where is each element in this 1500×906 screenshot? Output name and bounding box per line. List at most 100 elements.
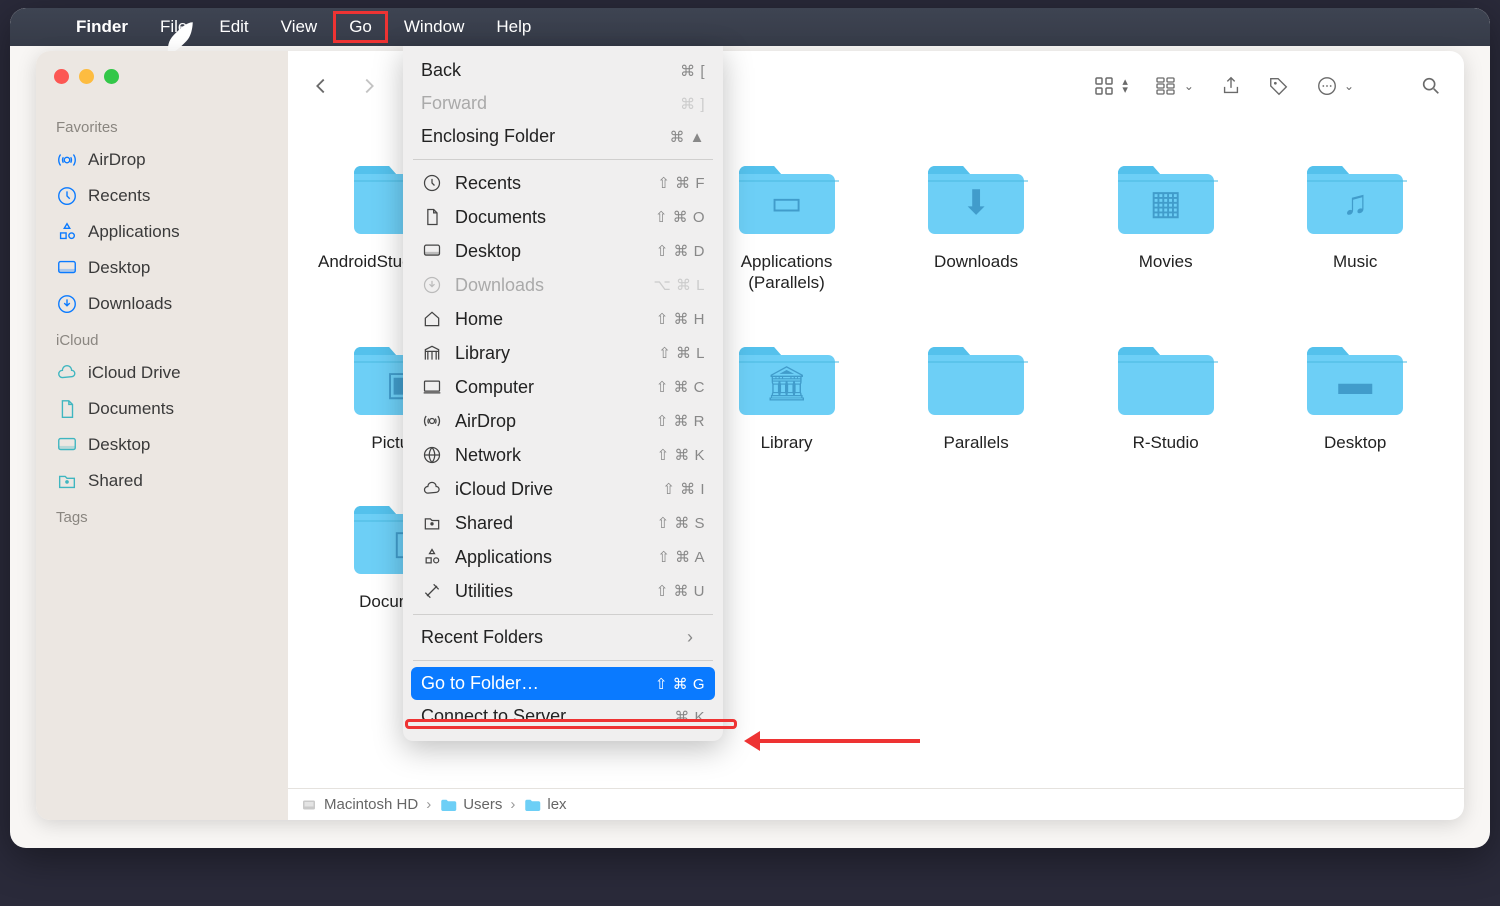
minimize-button[interactable] xyxy=(79,69,94,84)
back-button[interactable] xyxy=(310,75,332,97)
menu-item-label: Recents xyxy=(455,173,645,194)
sidebar-item-shared[interactable]: Shared xyxy=(46,463,278,499)
folder-label: R-Studio xyxy=(1133,432,1199,453)
menu-item-back[interactable]: Back⌘ [ xyxy=(403,54,723,87)
apple-icon[interactable] xyxy=(24,16,46,38)
sidebar-item-recents[interactable]: Recents xyxy=(46,178,278,214)
folder-label: Parallels xyxy=(944,432,1009,453)
menu-item-home[interactable]: Home⇧ ⌘ H xyxy=(403,302,723,336)
folder-item[interactable]: ⬇Downloads xyxy=(897,155,1055,294)
menu-edit[interactable]: Edit xyxy=(203,11,264,43)
menu-shortcut: ⇧ ⌘ F xyxy=(657,174,705,192)
menu-item-airdrop[interactable]: AirDrop ⇧ ⌘ R xyxy=(403,404,723,438)
menu-shortcut: ⇧ ⌘ H xyxy=(656,310,705,328)
folder-item[interactable]: R-Studio xyxy=(1087,336,1245,453)
folder-icon: ♫ xyxy=(1301,155,1409,241)
menu-app[interactable]: Finder xyxy=(60,11,144,43)
folder-icon xyxy=(922,336,1030,422)
shared-icon xyxy=(421,512,443,534)
menu-item-label: Network xyxy=(455,445,645,466)
shared-icon xyxy=(56,470,78,492)
menu-item-enclosing-folder[interactable]: Enclosing Folder⌘ ▲ xyxy=(403,120,723,153)
menu-item-connect-to-server[interactable]: Connect to Server…⌘ K xyxy=(403,700,723,733)
view-mode-button[interactable]: ▴▾ xyxy=(1092,74,1128,98)
menu-item-go-to-folder[interactable]: Go to Folder…⇧ ⌘ G xyxy=(411,667,715,700)
menu-item-downloads[interactable]: Downloads⌥ ⌘ L xyxy=(403,268,723,302)
sidebar-item-airdrop[interactable]: AirDrop xyxy=(46,142,278,178)
cloud-icon xyxy=(421,478,443,500)
menu-item-label: Enclosing Folder xyxy=(421,126,657,147)
sidebar-item-label: Downloads xyxy=(88,294,172,314)
group-by-button[interactable]: ⌄ xyxy=(1154,74,1194,98)
menu-shortcut: ⇧ ⌘ L xyxy=(658,344,705,362)
folder-icon: ▬ xyxy=(1301,336,1409,422)
menu-item-documents[interactable]: Documents⇧ ⌘ O xyxy=(403,200,723,234)
menu-item-applications[interactable]: Applications⇧ ⌘ A xyxy=(403,540,723,574)
folder-item[interactable]: ▦Movies xyxy=(1087,155,1245,294)
folder-icon xyxy=(1112,336,1220,422)
folder-item[interactable]: Parallels xyxy=(897,336,1055,453)
menu-item-recent-folders[interactable]: Recent Folders› xyxy=(403,621,723,654)
menu-shortcut: ⇧ ⌘ D xyxy=(656,242,705,260)
share-button[interactable] xyxy=(1220,75,1242,97)
menu-item-label: AirDrop xyxy=(455,411,644,432)
menu-item-library[interactable]: Library ⇧ ⌘ L xyxy=(403,336,723,370)
menu-item-label: Library xyxy=(455,343,646,364)
path-segment[interactable]: Users xyxy=(439,796,502,814)
zoom-button[interactable] xyxy=(104,69,119,84)
menu-help[interactable]: Help xyxy=(480,11,547,43)
folder-item[interactable]: ▭Applications (Parallels) xyxy=(708,155,866,294)
menu-shortcut: ⇧ ⌘ O xyxy=(655,208,705,226)
menu-item-network[interactable]: Network ⇧ ⌘ K xyxy=(403,438,723,472)
folder-icon: ⬇ xyxy=(922,155,1030,241)
document-icon xyxy=(56,398,78,420)
menu-shortcut: ⇧ ⌘ R xyxy=(656,412,705,430)
menu-view[interactable]: View xyxy=(265,11,334,43)
menu-item-forward[interactable]: Forward⌘ ] xyxy=(403,87,723,120)
menu-item-recents[interactable]: Recents ⇧ ⌘ F xyxy=(403,166,723,200)
chevron-right-icon: › xyxy=(426,796,431,813)
sidebar-item-label: Recents xyxy=(88,186,150,206)
sidebar-section-header: iCloud xyxy=(46,322,278,355)
sidebar-item-desktop[interactable]: Desktop xyxy=(46,427,278,463)
path-segment[interactable]: Macintosh HD xyxy=(300,796,418,814)
menu-item-label: Downloads xyxy=(455,275,642,296)
folder-label: Library xyxy=(761,432,813,453)
menu-separator xyxy=(413,159,713,160)
folder-label: Movies xyxy=(1139,251,1193,272)
home-icon xyxy=(421,308,443,330)
folder-item[interactable]: ▬ Desktop xyxy=(1276,336,1434,453)
menu-item-icloud-drive[interactable]: iCloud Drive ⇧ ⌘ I xyxy=(403,472,723,506)
library-icon xyxy=(421,342,443,364)
airdrop-icon xyxy=(421,410,443,432)
forward-button[interactable] xyxy=(358,75,380,97)
menu-item-desktop[interactable]: Desktop⇧ ⌘ D xyxy=(403,234,723,268)
menu-item-shared[interactable]: Shared⇧ ⌘ S xyxy=(403,506,723,540)
sidebar-item-applications[interactable]: Applications xyxy=(46,214,278,250)
menu-file[interactable]: File xyxy=(144,11,203,43)
sidebar-item-documents[interactable]: Documents xyxy=(46,391,278,427)
menu-item-label: iCloud Drive xyxy=(455,479,650,500)
action-button[interactable]: ⌄ xyxy=(1316,75,1354,97)
menu-go[interactable]: Go xyxy=(333,11,388,43)
sidebar-section-header: Tags xyxy=(46,499,278,532)
tags-button[interactable] xyxy=(1268,75,1290,97)
utilities-icon xyxy=(421,580,443,602)
download-icon xyxy=(421,274,443,296)
sidebar-item-desktop[interactable]: Desktop xyxy=(46,250,278,286)
folder-label: Desktop xyxy=(1324,432,1386,453)
sidebar-item-downloads[interactable]: Downloads xyxy=(46,286,278,322)
menu-item-computer[interactable]: Computer⇧ ⌘ C xyxy=(403,370,723,404)
menu-item-label: Back xyxy=(421,60,668,81)
folder-item[interactable]: 🏛Library xyxy=(708,336,866,453)
close-button[interactable] xyxy=(54,69,69,84)
menu-item-label: Connect to Server… xyxy=(421,706,662,727)
search-button[interactable] xyxy=(1420,75,1442,97)
sidebar-item-icloud-drive[interactable]: iCloud Drive xyxy=(46,355,278,391)
path-segment[interactable]: lex xyxy=(523,796,566,814)
folder-item[interactable]: ♫Music xyxy=(1276,155,1434,294)
menu-window[interactable]: Window xyxy=(388,11,480,43)
menu-shortcut: ⇧ ⌘ K xyxy=(657,446,705,464)
menu-shortcut: ⇧ ⌘ I xyxy=(662,480,705,498)
menu-item-utilities[interactable]: Utilities⇧ ⌘ U xyxy=(403,574,723,608)
